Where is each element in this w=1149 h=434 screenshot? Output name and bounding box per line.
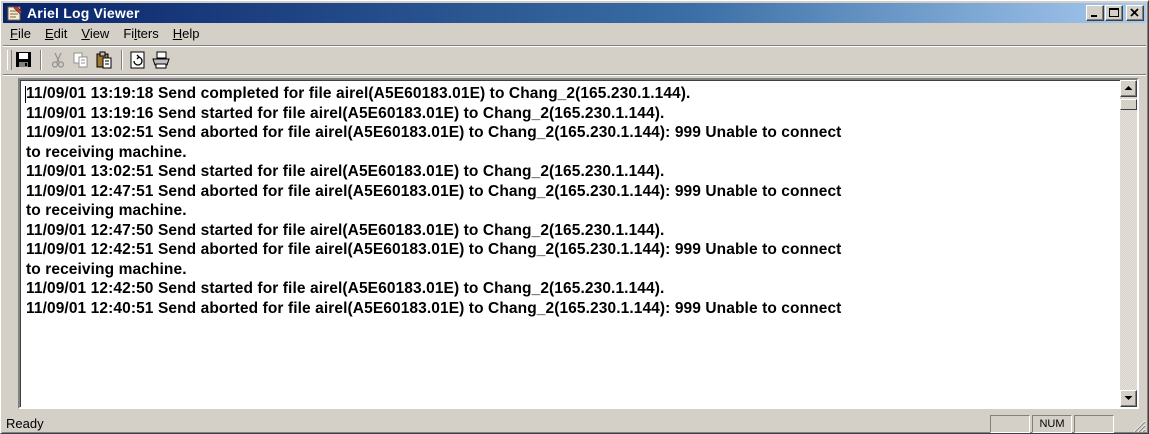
log-line: 11/09/01 13:02:51 Send started for file … <box>26 163 665 180</box>
window-title: Ariel Log Viewer <box>27 5 140 21</box>
menu-file-mnemonic: F <box>10 26 18 41</box>
status-panel <box>990 415 1030 433</box>
toolbar-grip[interactable] <box>7 50 12 70</box>
status-bar: Ready NUM <box>3 413 1146 433</box>
text-caret <box>25 86 26 103</box>
toolbar-separator <box>40 50 42 70</box>
log-line: 11/09/01 12:47:51 Send aborted for file … <box>26 182 842 200</box>
minimize-button[interactable] <box>1086 5 1104 21</box>
arrow-down-icon <box>1124 396 1133 400</box>
status-panel <box>1074 415 1114 433</box>
log-line: 11/09/01 12:40:51 Send aborted for file … <box>26 299 842 317</box>
maximize-icon <box>1109 8 1119 17</box>
minimize-icon <box>1091 15 1097 17</box>
menu-edit[interactable]: Edit <box>38 23 74 45</box>
menu-edit-label: dit <box>53 26 68 41</box>
app-icon <box>7 5 23 21</box>
scroll-up-button[interactable] <box>1120 80 1137 97</box>
menu-filters[interactable]: Filters <box>116 23 165 45</box>
log-line: 11/09/01 12:42:50 Send started for file … <box>26 280 665 297</box>
app-window: Ariel Log Viewer File Edit View Filters … <box>0 0 1149 434</box>
title-bar[interactable]: Ariel Log Viewer <box>3 3 1146 23</box>
menu-view-mnemonic: V <box>81 26 90 41</box>
close-icon <box>1130 8 1139 17</box>
log-line: 11/09/01 13:02:51 Send aborted for file … <box>26 124 842 141</box>
log-line: 11/09/01 13:19:18 Send completed for fil… <box>26 85 691 102</box>
cut-icon[interactable] <box>49 51 67 69</box>
print-icon[interactable] <box>152 51 170 69</box>
arrow-up-icon <box>1124 86 1133 90</box>
copy-icon[interactable] <box>72 51 90 69</box>
maximize-button[interactable] <box>1105 5 1123 21</box>
menu-filters-label: ters <box>137 26 159 41</box>
refresh-icon[interactable] <box>129 51 147 69</box>
window-controls <box>1085 5 1144 21</box>
close-button[interactable] <box>1126 5 1144 21</box>
menu-file[interactable]: File <box>3 23 38 45</box>
log-line: to receiving machine. <box>26 202 187 219</box>
menu-view[interactable]: View <box>74 23 116 45</box>
log-text-area[interactable]: 11/09/01 13:19:18 Send completed for fil… <box>18 78 1139 409</box>
log-line: 11/09/01 13:19:16 Send started for file … <box>26 104 665 122</box>
toolbar <box>3 45 1146 75</box>
menu-help-mnemonic: H <box>172 26 183 41</box>
status-text: Ready <box>6 416 44 431</box>
paste-icon[interactable] <box>95 51 113 69</box>
scroll-thumb[interactable] <box>1120 99 1137 110</box>
toolbar-separator <box>121 50 123 70</box>
menu-bar: File Edit View Filters Help <box>3 23 1146 45</box>
log-content: 11/09/01 13:19:18 Send completed for fil… <box>24 84 1104 318</box>
menu-filters-prefix: Fi <box>123 26 135 41</box>
menu-file-label: ile <box>17 26 31 41</box>
scroll-down-button[interactable] <box>1120 390 1137 407</box>
log-line: to receiving machine. <box>26 260 187 278</box>
menu-help[interactable]: Help <box>166 23 207 45</box>
log-line: 11/09/01 12:47:50 Send started for file … <box>26 221 665 239</box>
menu-view-label: iew <box>89 26 110 41</box>
log-line: 11/09/01 12:42:51 Send aborted for file … <box>26 241 842 258</box>
save-icon[interactable] <box>15 51 33 69</box>
vertical-scrollbar[interactable] <box>1120 80 1137 407</box>
menu-help-label: elp <box>182 26 200 41</box>
log-line: to receiving machine. <box>26 143 187 161</box>
resize-grip-icon[interactable] <box>1132 419 1146 433</box>
menu-edit-mnemonic: E <box>44 26 54 41</box>
num-lock-indicator: NUM <box>1032 415 1072 433</box>
